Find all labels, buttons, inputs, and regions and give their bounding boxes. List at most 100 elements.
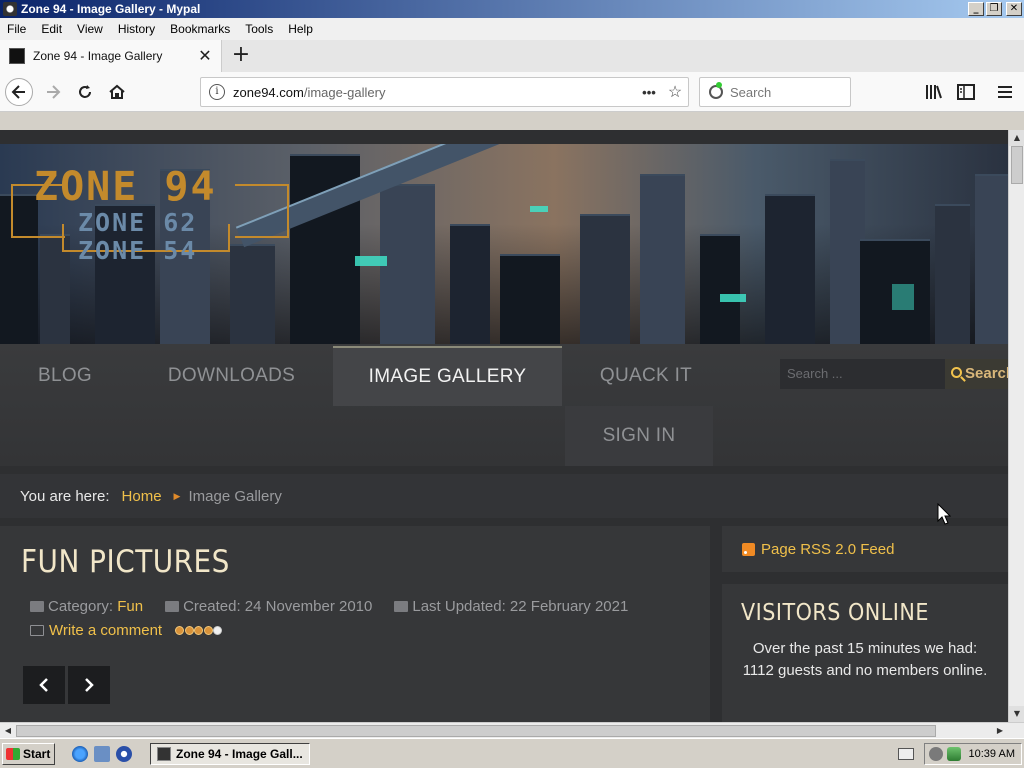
breadcrumb-home-link[interactable]: Home [122, 488, 162, 505]
library-button[interactable] [920, 78, 948, 106]
start-button[interactable]: Start [2, 743, 55, 765]
page-actions-icon[interactable]: ••• [636, 85, 662, 100]
home-icon [109, 84, 125, 99]
menu-edit[interactable]: Edit [34, 22, 70, 36]
nav-sign-in[interactable]: SIGN IN [565, 406, 713, 466]
url-text[interactable]: zone94.com/image-gallery [233, 85, 636, 100]
breadcrumb-current: Image Gallery [188, 487, 282, 505]
rating-stars[interactable] [175, 626, 223, 635]
bookmark-star-icon[interactable]: ☆ [662, 82, 688, 102]
tray-settings-icon[interactable] [928, 747, 943, 761]
windows-flag-icon [6, 748, 20, 760]
hscroll-thumb[interactable] [16, 725, 936, 737]
scroll-left-icon[interactable]: ◀ [0, 723, 16, 739]
visitors-text: Over the past 15 minutes we had: 1112 gu… [742, 640, 988, 679]
comment-icon [30, 625, 44, 636]
url-host: zone94.com [233, 84, 304, 100]
browser-search-input[interactable]: Search [730, 85, 771, 100]
rating-star-filled-icon[interactable] [203, 626, 213, 635]
mypal-app-icon [3, 2, 17, 16]
created-date: Created: 24 November 2010 [183, 598, 373, 615]
browser-search-box[interactable]: Search [699, 77, 851, 107]
back-button[interactable] [5, 78, 33, 106]
taskbar: Start Zone 94 - Image Gall... 10:39 AM [0, 738, 1024, 768]
vertical-scrollbar[interactable]: ▲ ▼ [1008, 130, 1024, 722]
outlook-express-icon[interactable] [94, 746, 110, 762]
site-search-button-label: Search [965, 365, 1008, 382]
library-icon [926, 85, 942, 99]
nav-blog[interactable]: BLOG [0, 346, 130, 406]
menu-bookmarks[interactable]: Bookmarks [163, 22, 238, 36]
search-engine-icon [709, 82, 723, 99]
tab-title: Zone 94 - Image Gallery [33, 49, 163, 63]
start-label: Start [23, 747, 51, 761]
tray-network-icon[interactable] [946, 747, 961, 761]
menu-tools[interactable]: Tools [238, 22, 281, 36]
menu-history[interactable]: History [111, 22, 163, 36]
new-tab-button[interactable]: + [229, 44, 253, 68]
menu-help[interactable]: Help [281, 22, 321, 36]
internet-explorer-icon[interactable] [72, 746, 88, 762]
breadcrumb-label: You are here: [20, 487, 110, 505]
home-button[interactable] [103, 78, 131, 106]
category-link[interactable]: Fun [117, 598, 143, 615]
site-nav-menu: BLOG DOWNLOADS IMAGE GALLERY QUACK IT SI… [0, 344, 1008, 466]
minimize-button[interactable]: _ [968, 2, 984, 16]
site-favicon-icon [9, 48, 25, 64]
scroll-right-icon[interactable]: ▶ [992, 723, 1008, 739]
reload-button[interactable] [71, 78, 99, 106]
window-controls: _ ❐ ✕ [968, 2, 1022, 16]
banner-building [580, 214, 630, 344]
close-tab-icon[interactable]: ✕ [197, 46, 213, 66]
calendar-icon [165, 601, 180, 612]
nav-downloads[interactable]: DOWNLOADS [130, 346, 333, 406]
breadcrumb-separator-icon: ▶ [173, 490, 181, 501]
banner-building [935, 204, 970, 344]
forward-button[interactable] [39, 78, 67, 106]
site-logo[interactable]: ZONE 94 [34, 164, 217, 210]
sidebar-icon [957, 84, 975, 100]
nav-image-gallery[interactable]: IMAGE GALLERY [333, 346, 562, 406]
rss-icon [742, 542, 755, 556]
folder-icon [30, 601, 44, 612]
media-player-icon[interactable] [116, 746, 132, 762]
search-icon [951, 367, 962, 378]
tab-zone94-image-gallery[interactable]: Zone 94 - Image Gallery ✕ [0, 40, 222, 72]
visitors-online-panel: VISITORS ONLINE Over the past 15 minutes… [722, 584, 1008, 722]
banner-building [765, 194, 815, 344]
banner-building [975, 174, 1008, 344]
restore-button[interactable]: ❐ [986, 2, 1002, 16]
scroll-up-icon[interactable]: ▲ [1009, 130, 1024, 146]
menu-bar: File Edit View History Bookmarks Tools H… [0, 18, 1024, 40]
horizontal-scrollbar[interactable]: ◀ ▶ [0, 722, 1024, 738]
site-info-icon[interactable]: i [209, 84, 225, 100]
rating-star-filled-icon[interactable] [175, 626, 185, 635]
site-search-input[interactable]: Search ... [780, 359, 945, 389]
close-window-button[interactable]: ✕ [1006, 2, 1022, 16]
sidebar-button[interactable] [952, 78, 980, 106]
rss-panel: Page RSS 2.0 Feed [722, 526, 1008, 572]
chevron-left-icon [39, 678, 48, 692]
rating-star-filled-icon[interactable] [194, 626, 204, 635]
calendar-icon [394, 601, 409, 612]
carousel-prev-button[interactable] [23, 666, 65, 704]
article-meta: Category: Fun Created: 24 November 2010 … [30, 598, 628, 615]
rating-star-filled-icon[interactable] [184, 626, 194, 635]
menu-view[interactable]: View [70, 22, 111, 36]
scroll-thumb[interactable] [1011, 146, 1023, 184]
rating-star-empty-icon[interactable] [213, 626, 223, 635]
keyboard-layout-icon[interactable] [898, 748, 914, 760]
site-search-button[interactable]: Search [945, 359, 1008, 389]
carousel-next-button[interactable] [68, 666, 110, 704]
url-bar[interactable]: i zone94.com/image-gallery ••• ☆ [200, 77, 689, 107]
menu-button[interactable] [991, 78, 1019, 106]
write-comment-link[interactable]: Write a comment [49, 622, 162, 639]
page-viewport: ZONE 94 ZONE 62 ZONE 54 BLOG DOWNLOADS I… [0, 130, 1008, 722]
scroll-down-icon[interactable]: ▼ [1009, 706, 1024, 722]
taskbar-mypal-window[interactable]: Zone 94 - Image Gall... [150, 743, 310, 765]
menu-file[interactable]: File [0, 22, 34, 36]
mypal-task-icon [157, 747, 171, 761]
nav-quack-it[interactable]: QUACK IT [562, 346, 730, 406]
banner-building [700, 234, 740, 344]
rss-feed-link[interactable]: Page RSS 2.0 Feed [761, 541, 894, 558]
